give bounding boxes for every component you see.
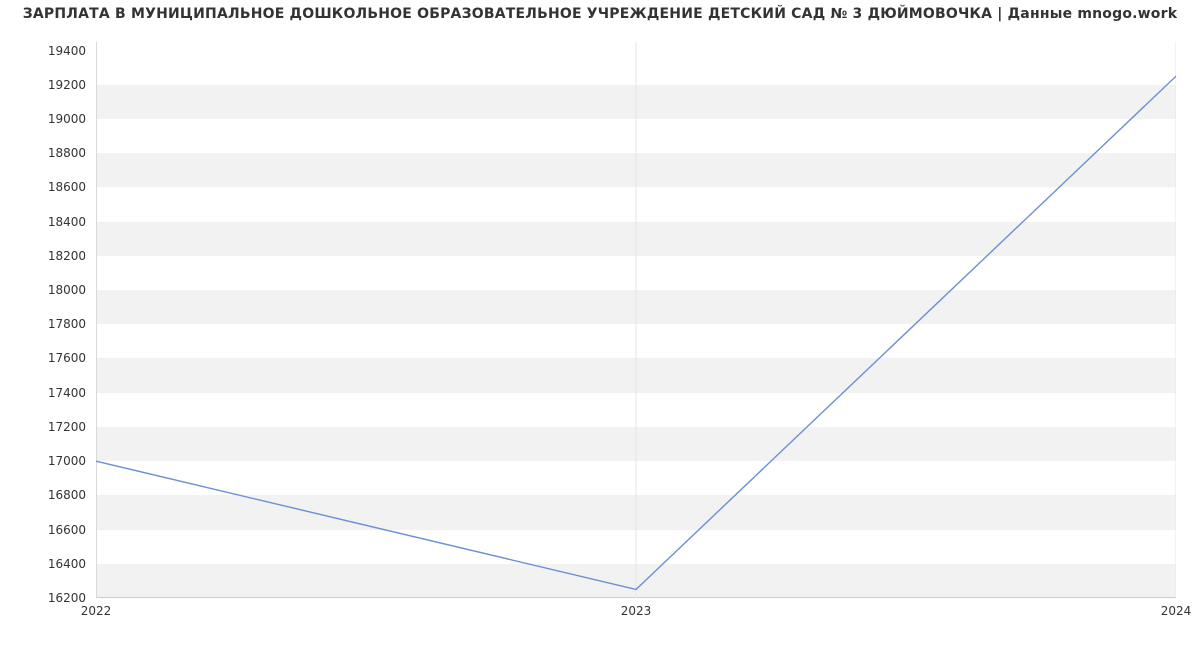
chart-title: ЗАРПЛАТА В МУНИЦИПАЛЬНОЕ ДОШКОЛЬНОЕ ОБРА… [0,6,1200,22]
y-tick-label: 18600 [36,180,86,194]
x-tick-label: 2023 [621,604,652,618]
plot-area: 1620016400166001680017000172001740017600… [96,42,1176,598]
y-tick-label: 16800 [36,488,86,502]
y-tick-label: 16600 [36,523,86,537]
y-tick-label: 16200 [36,591,86,605]
y-tick-label: 19200 [36,78,86,92]
y-tick-label: 18200 [36,249,86,263]
y-tick-label: 18400 [36,215,86,229]
y-tick-label: 17200 [36,420,86,434]
y-tick-label: 17000 [36,454,86,468]
y-tick-label: 17600 [36,351,86,365]
x-tick-label: 2024 [1161,604,1192,618]
chart-container: ЗАРПЛАТА В МУНИЦИПАЛЬНОЕ ДОШКОЛЬНОЕ ОБРА… [0,0,1200,650]
x-tick-label: 2022 [81,604,112,618]
y-tick-label: 17400 [36,386,86,400]
y-tick-label: 17800 [36,317,86,331]
plot-svg [96,42,1176,598]
y-tick-label: 19400 [36,44,86,58]
y-tick-label: 18000 [36,283,86,297]
y-tick-label: 16400 [36,557,86,571]
y-tick-label: 19000 [36,112,86,126]
y-tick-label: 18800 [36,146,86,160]
